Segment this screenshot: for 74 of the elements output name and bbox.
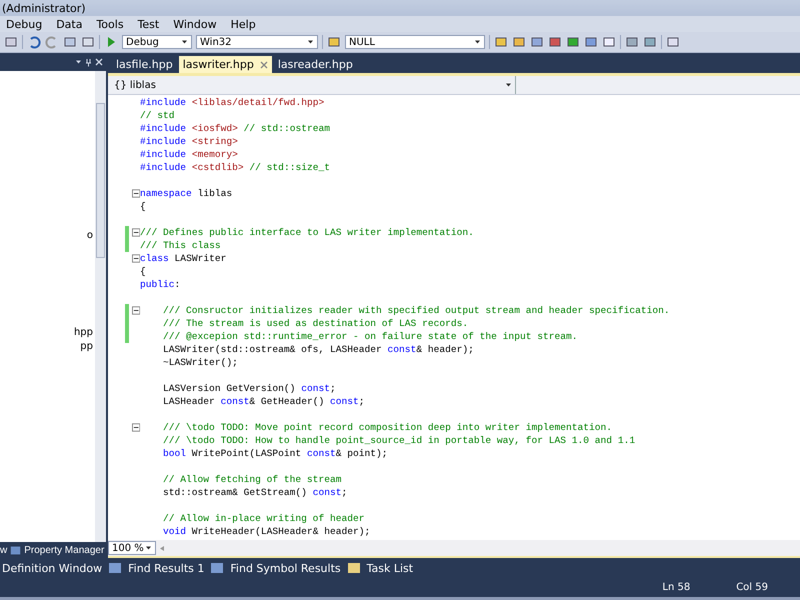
code-line: #include <cstdlib> // std::size_t xyxy=(140,162,330,173)
dropdown-icon[interactable] xyxy=(75,59,82,65)
code-line: /// \todo TODO: How to handle point_source_id in portable way, for LAS 1.0 and 1.1 xyxy=(163,435,636,446)
code-line: /// The stream is used as destination of LAS records. xyxy=(163,318,468,329)
code-line: #include <iosfwd> // std::ostream xyxy=(140,123,330,134)
target-dropdown[interactable]: NULL xyxy=(345,35,485,49)
code-line: bool WritePoint(LASPoint const& point); xyxy=(163,448,388,459)
panel-tab[interactable]: Property Manager xyxy=(24,544,104,556)
menu-item[interactable]: Test xyxy=(138,18,160,30)
code-line: // Allow fetching of the stream xyxy=(163,474,342,485)
code-line: #include <memory> xyxy=(140,149,238,160)
platform-dropdown[interactable]: Win32 xyxy=(196,35,318,49)
code-line: /// This class xyxy=(140,240,221,251)
menu-item[interactable]: Data xyxy=(56,18,82,30)
output-tab[interactable]: Find Results 1 xyxy=(128,562,204,574)
collapse-icon[interactable] xyxy=(132,423,140,432)
menu-item[interactable]: Debug xyxy=(6,18,42,30)
collapse-icon[interactable] xyxy=(132,228,140,237)
file-tab[interactable]: lasreader.hpp xyxy=(274,56,357,73)
toolbar-icon[interactable] xyxy=(4,35,18,49)
file-tab[interactable]: lasfile.hpp xyxy=(112,56,177,73)
dropdown-arrow-icon[interactable] xyxy=(474,39,481,45)
window-icon[interactable] xyxy=(584,35,598,49)
code-line: /// Defines public interface to LAS writer implementation. xyxy=(140,227,474,238)
code-line: /// Consructor initializes reader with specified output stream and header specification. xyxy=(163,305,670,316)
code-line: /// \todo TODO: Move point record composition deep into writer implementation. xyxy=(163,422,612,433)
dropdown-arrow-icon[interactable] xyxy=(181,39,188,45)
code-line: // std xyxy=(140,110,175,121)
output-tab[interactable]: Task List xyxy=(366,562,414,574)
dropdown-arrow-icon[interactable] xyxy=(307,39,314,45)
code-line: LASWriter(std::ostream& ofs, LASHeader const& header); xyxy=(163,344,474,355)
code-line: namespace liblas xyxy=(140,188,232,199)
toolbar-icon[interactable] xyxy=(666,35,680,49)
code-line: // Allow in-place writing of header xyxy=(163,513,365,524)
window-icon[interactable] xyxy=(530,35,544,49)
code-line: LASVersion GetVersion() const; xyxy=(163,383,336,394)
code-line: #include <string> xyxy=(140,136,238,147)
zoom-dropdown[interactable]: 100 % xyxy=(108,541,156,555)
dropdown-arrow-icon[interactable] xyxy=(505,82,512,88)
tree-item[interactable]: o xyxy=(86,229,93,243)
collapse-icon[interactable] xyxy=(132,254,140,263)
configuration-dropdown[interactable]: Debug xyxy=(122,35,192,49)
menu-item[interactable]: Tools xyxy=(96,18,124,30)
menu-item[interactable]: Help xyxy=(230,18,256,30)
code-line: /// @excepion std::runtime_error - on failure state of the input stream. xyxy=(163,331,578,342)
code-line: void WriteHeader(LASHeader& header); xyxy=(163,526,370,537)
window-icon[interactable] xyxy=(602,35,616,49)
collapse-icon[interactable] xyxy=(132,306,140,315)
pin-icon[interactable] xyxy=(85,58,92,66)
file-tab[interactable]: laswriter.hpp xyxy=(178,56,272,73)
output-tab[interactable]: Find Symbol Results xyxy=(230,562,341,574)
window-icon xyxy=(210,561,224,575)
window-icon xyxy=(346,561,361,575)
property-manager-icon xyxy=(10,544,22,556)
tree-item[interactable]: pp xyxy=(80,340,93,354)
output-tab[interactable]: Definition Window xyxy=(2,562,102,574)
panel-tab[interactable]: w xyxy=(0,544,8,556)
collapse-icon[interactable] xyxy=(132,189,140,198)
dropdown-arrow-icon[interactable] xyxy=(145,545,152,551)
code-line: { xyxy=(140,201,146,212)
code-line: #include <liblas/detail/fwd.hpp> xyxy=(140,97,324,108)
tree-item[interactable]: hpp xyxy=(74,326,93,340)
menu-item[interactable]: Window xyxy=(173,18,217,30)
window-title: (Administrator) xyxy=(2,2,86,14)
window-icon xyxy=(108,561,122,575)
code-line: std::ostream& GetStream() const; xyxy=(163,487,348,498)
code-line: class LASWriter xyxy=(140,253,226,264)
line-number: Ln 58 xyxy=(662,582,690,593)
scrollbar[interactable] xyxy=(95,71,106,542)
code-line: { xyxy=(140,266,146,277)
code-line: public: xyxy=(140,279,180,290)
column-number: Col 59 xyxy=(736,582,768,593)
code-line: LASHeader const& GetHeader() const; xyxy=(163,396,365,407)
code-line: ~LASWriter(); xyxy=(163,357,238,368)
